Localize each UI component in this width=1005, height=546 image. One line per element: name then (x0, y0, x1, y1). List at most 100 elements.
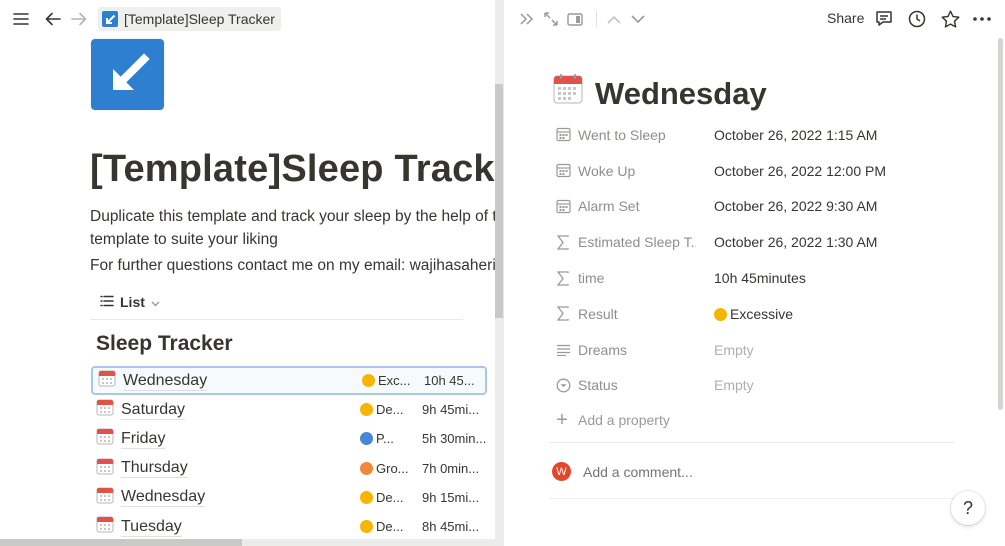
view-divider (90, 319, 463, 320)
database-title[interactable]: Sleep Tracker (96, 332, 233, 356)
share-button[interactable]: Share (827, 10, 864, 26)
list-item-result: De... (360, 490, 403, 505)
property-value-text: Empty (714, 341, 754, 358)
list-item-time: 5h 30min... (422, 431, 487, 447)
peek-scrollbar[interactable] (998, 38, 1003, 410)
calendar-page-icon[interactable] (552, 73, 584, 110)
property-value[interactable]: October 26, 2022 12:00 PM (714, 163, 886, 179)
list-icon (100, 294, 114, 310)
chevron-down-icon[interactable] (627, 8, 649, 30)
property-value[interactable]: 10h 45minutes (714, 270, 806, 286)
list-item-name: Saturday (121, 400, 186, 420)
face-emoji-icon (360, 461, 373, 475)
property-value-text: 10h 45minutes (714, 270, 806, 287)
property-name[interactable]: Status (578, 377, 696, 393)
list-item-result: De... (360, 402, 403, 417)
list-item-result-text: P... (376, 431, 394, 447)
add-property-button[interactable]: + Add a property (552, 405, 670, 435)
view-tab-list[interactable]: List (100, 290, 160, 314)
page-title: [Template]Sleep Tracker (90, 148, 504, 190)
list-item-time: 10h 45... (424, 373, 475, 389)
list-item[interactable]: Saturday De... 9h 45mi... (91, 395, 487, 424)
list-item-result-text: De... (376, 519, 404, 535)
arrow-down-left-icon (102, 11, 118, 27)
calendar-icon (98, 369, 116, 392)
comment-icon[interactable] (873, 8, 895, 30)
list-item-name: Friday (121, 429, 166, 449)
clock-icon[interactable] (906, 8, 928, 30)
calendar-icon (96, 398, 114, 421)
property-name[interactable]: Estimated Sleep T... (578, 234, 696, 250)
property-value[interactable]: October 26, 2022 1:30 AM (714, 234, 877, 250)
face-emoji-icon (714, 307, 727, 321)
list-item-result: Exc... (362, 373, 411, 388)
formula-icon (555, 306, 571, 322)
side-peek-panel: Share Wednesday Went to Sleep October 26… (504, 0, 1005, 546)
peek-title[interactable]: Wednesday (595, 76, 767, 112)
list-item-result: De... (360, 519, 403, 534)
list-item-time: 9h 45mi... (422, 402, 480, 418)
text-lines-icon (555, 342, 571, 358)
property-value-text: October 26, 2022 12:00 PM (714, 162, 886, 179)
page-icon-arrow-down-left[interactable] (91, 39, 164, 110)
horizontal-scrollbar-thumb[interactable] (0, 539, 242, 546)
breadcrumb[interactable]: [Template]Sleep Tracker (98, 7, 281, 31)
list-item[interactable]: Thursday Gro... 7h 0min... (91, 454, 487, 483)
top-bar: [Template]Sleep Tracker (0, 0, 504, 38)
property-name[interactable]: Woke Up (578, 163, 696, 179)
peek-mode-icon[interactable] (564, 8, 586, 30)
property-name[interactable]: Dreams (578, 342, 696, 358)
property-value-text: Excessive (730, 305, 794, 322)
property-value[interactable]: Empty (714, 342, 754, 358)
property-value[interactable]: October 26, 2022 9:30 AM (714, 198, 877, 214)
list-item-name: Thursday (121, 459, 188, 479)
property-row: Woke Up October 26, 2022 12:00 PM (552, 153, 972, 189)
comment-input[interactable] (583, 463, 883, 480)
help-button[interactable]: ? (951, 491, 985, 525)
face-emoji-icon (360, 432, 373, 446)
list-item[interactable]: Wednesday De... 9h 15mi... (91, 483, 487, 512)
expand-icon[interactable] (540, 8, 562, 30)
page-description: Duplicate this template and track your s… (90, 208, 504, 248)
formula-icon (555, 234, 571, 250)
property-name[interactable]: Result (578, 306, 696, 322)
calendar-icon (555, 198, 571, 214)
face-emoji-icon (362, 374, 375, 388)
status-icon (555, 377, 571, 393)
calendar-icon (96, 515, 114, 538)
calendar-icon (555, 127, 571, 143)
property-name[interactable]: time (578, 270, 696, 286)
list-item-name: Tuesday (121, 517, 182, 537)
list-item[interactable]: Wednesday Exc... 10h 45... (91, 366, 487, 396)
database-list: Wednesday Exc... 10h 45... Saturday De... 9h … (91, 366, 487, 541)
list-item[interactable]: Tuesday De... 8h 45mi... (91, 512, 487, 541)
property-name[interactable]: Went to Sleep (578, 127, 696, 143)
list-item-result-text: Gro... (376, 460, 409, 476)
property-value-text: October 26, 2022 1:15 AM (714, 126, 878, 143)
list-item[interactable]: Friday P... 5h 30min... (91, 424, 487, 453)
chevron-down-icon (151, 294, 160, 310)
chevron-up-icon[interactable] (603, 8, 625, 30)
calendar-icon (96, 427, 114, 450)
main-page: [Template]Sleep Tracker [Template]Sleep … (0, 0, 504, 546)
comment-divider (549, 498, 954, 499)
star-icon[interactable] (939, 8, 961, 30)
list-item-time: 7h 0min... (422, 460, 480, 476)
forward-arrow-icon[interactable] (68, 8, 90, 30)
comment-row: W (552, 462, 883, 481)
property-row: Status Empty (552, 368, 972, 404)
property-row: time 10h 45minutes (552, 260, 972, 296)
menu-icon[interactable] (10, 8, 32, 30)
property-value[interactable]: October 26, 2022 1:15 AM (714, 127, 877, 143)
property-name[interactable]: Alarm Set (578, 198, 696, 214)
property-value-text: Empty (714, 377, 754, 394)
back-arrow-icon[interactable] (42, 8, 64, 30)
property-value[interactable]: Excessive (714, 306, 793, 322)
list-item-result-text: Exc... (378, 373, 411, 389)
more-options-icon[interactable] (971, 8, 993, 30)
property-value[interactable]: Empty (714, 377, 754, 393)
close-peek-double-chevron-icon[interactable] (516, 8, 538, 30)
toolbar-separator (596, 11, 597, 27)
list-item-result: P... (360, 431, 394, 446)
vertical-scrollbar-thumb[interactable] (495, 84, 504, 318)
